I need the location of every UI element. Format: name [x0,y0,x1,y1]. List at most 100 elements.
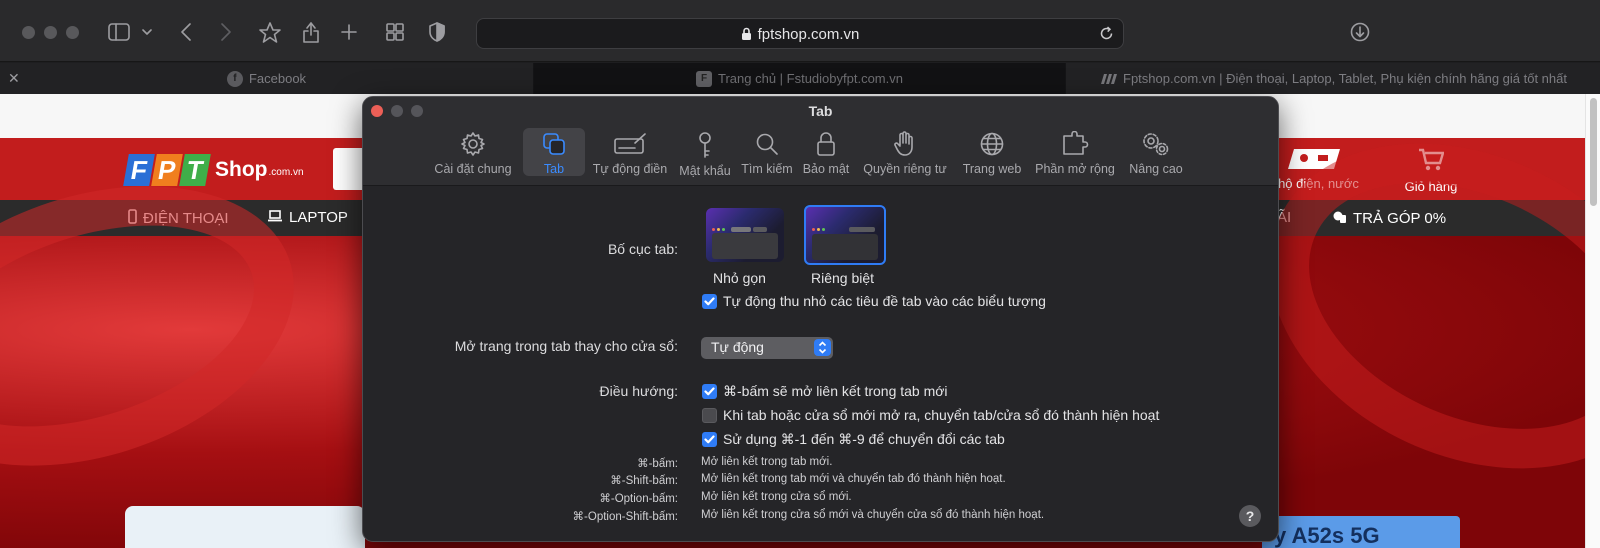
cmd-click-label: ⌘-bấm sẽ mở liên kết trong tab mới [723,383,948,399]
auto-shrink-checkbox[interactable] [702,294,717,309]
shortcut-desc: Mở liên kết trong cửa sổ mới và chuyển c… [701,509,1045,521]
preferences-title: Tab [808,103,833,119]
downloads-icon[interactable] [1348,18,1372,46]
puzzle-icon [1061,128,1089,162]
autofill-icon [613,128,647,162]
tab-extensions[interactable]: Phần mở rộng [1031,128,1119,176]
layout-separate-label: Riêng biệt [811,270,875,286]
fpt-favicon-icon [1099,73,1117,85]
tab-tabs[interactable]: Tab [523,128,585,176]
scrollbar-thumb[interactable] [1590,98,1597,206]
globe-icon [979,128,1005,162]
search-icon [754,128,780,162]
tab-security-label: Bảo mật [802,162,850,176]
layout-compact-thumbnail[interactable] [706,208,784,262]
activate-new-tab-label: Khi tab hoặc cửa sổ mới mở ra, chuyển ta… [723,407,1160,423]
layout-separate-thumbnail[interactable] [804,205,886,265]
tab-title: Fptshop.com.vn | Điện thoại, Laptop, Tab… [1123,71,1567,86]
browser-tab[interactable]: ✕ f Facebook [0,63,534,94]
tab-autofill[interactable]: Tự động điền [587,128,673,176]
laptop-icon [267,209,283,226]
preferences-window: Tab Cài đặt chung Tab Tự động điền Mật k… [362,96,1279,542]
tab-security[interactable]: Bảo mật [799,128,853,176]
tab-general-label: Cài đặt chung [434,162,512,176]
tab-autofill-label: Tự động điền [592,162,668,176]
shortcut-key: ⌘-Option-Shift-bấm: [572,511,678,523]
product-card[interactable] [125,506,365,548]
hand-icon [893,128,917,162]
back-icon[interactable] [176,18,196,46]
lock-icon [741,27,752,45]
cmd-click-checkbox[interactable] [702,384,717,399]
tab-websites-label: Trang web [962,162,1022,176]
sidebar-icon[interactable] [106,18,132,46]
cmd-number-label: Sử dụng ⌘-1 đến ⌘-9 để chuyển đổi các ta… [723,431,1005,447]
tab-websites[interactable]: Trang web [957,128,1027,176]
cmd-number-checkbox[interactable] [702,432,717,447]
open-pages-label: Mở trang trong tab thay cho cửa sổ: [454,338,678,354]
window-minimize-button[interactable] [44,26,57,39]
logo-text: Shop [215,158,268,181]
nav-laptop[interactable]: LAPTOP [267,209,348,226]
tab-extensions-label: Phần mở rộng [1035,162,1115,176]
lock-icon [815,128,837,162]
page-scrollbar[interactable] [1585,94,1600,548]
gear-icon [460,128,486,162]
fstudio-favicon-icon: F [696,70,712,87]
banner-product-title: y A52s 5G [1262,516,1460,548]
logo-letter: F [123,154,155,186]
open-pages-select[interactable]: Tự động [701,337,833,359]
reload-icon[interactable] [1099,26,1114,46]
tab-passwords[interactable]: Mật khẩu [675,128,735,178]
shield-icon[interactable] [426,18,448,46]
shortcut-key: ⌘-Option-bấm: [599,493,678,505]
tab-title: Trang chủ | Fstudiobyfpt.com.vn [718,71,903,86]
shortcut-key: ⌘-bấm: [637,458,678,470]
tab-passwords-label: Mật khẩu [679,164,731,178]
tab-privacy[interactable]: Quyền riêng tư [857,128,953,176]
forward-icon[interactable] [216,18,236,46]
fpt-logo[interactable]: F P T Shop .com.vn [123,154,304,186]
browser-toolbar: fptshop.com.vn [0,0,1600,62]
activate-new-tab-checkbox[interactable] [702,408,717,423]
chevron-down-icon[interactable] [140,18,154,46]
new-tab-icon[interactable] [338,18,360,46]
logo-letter: P [151,154,183,186]
navigation-label: Điều hướng: [599,383,678,399]
facebook-favicon-icon: f [226,70,243,87]
bookmark-star-icon[interactable] [258,18,282,46]
shortcut-key: ⌘-Shift-bấm: [610,475,678,487]
tab-title: Facebook [248,71,307,86]
shortcut-desc: Mở liên kết trong tab mới và chuyển tab … [701,473,1006,485]
tab-tabs-label: Tab [543,162,565,176]
share-icon[interactable] [300,18,322,46]
tabs-icon [541,128,567,162]
tab-general[interactable]: Cài đặt chung [425,128,521,176]
layout-compact-label: Nhỏ gọn [713,270,766,286]
key-icon [694,128,716,164]
window-close-button[interactable] [22,26,35,39]
tab-search[interactable]: Tìm kiếm [737,128,797,176]
tab-advanced-label: Nâng cao [1129,162,1183,176]
open-pages-value: Tự động [711,339,764,355]
browser-tab[interactable]: Fptshop.com.vn | Điện thoại, Laptop, Tab… [1066,63,1600,94]
tab-bar: ✕ f Facebook F Trang chủ | Fstudiobyfpt.… [0,63,1600,94]
select-chevron-icon [814,339,831,356]
tab-advanced[interactable]: Nâng cao [1121,128,1191,176]
gears-icon [1141,128,1171,162]
window-zoom-button[interactable] [66,26,79,39]
tab-privacy-label: Quyền riêng tư [863,162,947,176]
shortcut-desc: Mở liên kết trong tab mới. [701,456,833,468]
tab-overview-icon[interactable] [384,18,406,46]
close-tab-icon[interactable]: ✕ [8,70,20,87]
help-button[interactable]: ? [1239,505,1261,527]
nav-laptop-label: LAPTOP [289,209,348,226]
tab-search-label: Tìm kiếm [741,162,793,176]
browser-tab[interactable]: F Trang chủ | Fstudiobyfpt.com.vn [534,63,1066,94]
auto-shrink-label: Tự động thu nhỏ các tiêu đề tab vào các … [723,293,1046,309]
url-text: fptshop.com.vn [757,26,860,43]
address-bar[interactable]: fptshop.com.vn [476,18,1124,49]
preferences-toolbar: Tab Cài đặt chung Tab Tự động điền Mật k… [363,97,1278,186]
logo-suffix: .com.vn [268,167,304,178]
shortcut-desc: Mở liên kết trong cửa sổ mới. [701,491,852,503]
